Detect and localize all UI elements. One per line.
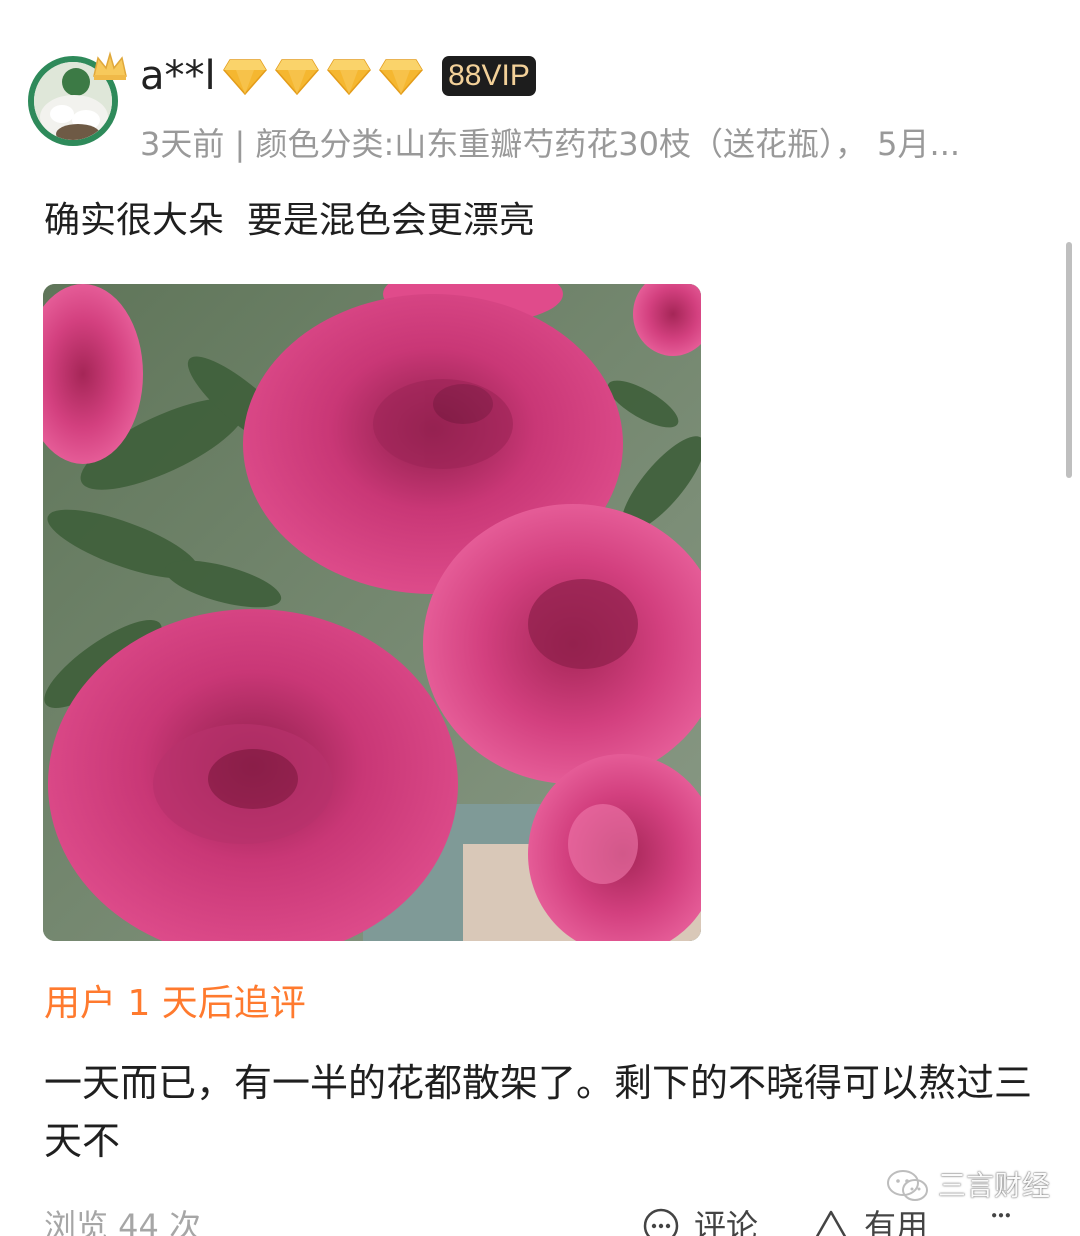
- review-meta: 3天前 | 颜色分类:山东重瓣芍药花30枝（送花瓶）， 5月...: [140, 125, 961, 163]
- diamond-icon: [379, 59, 423, 96]
- review-text: 确实很大朵 要是混色会更漂亮: [44, 200, 535, 241]
- comment-button[interactable]: 评论: [642, 1204, 758, 1236]
- member-level-diamonds: [222, 56, 424, 96]
- crown-icon: [93, 51, 127, 80]
- triangle-up-icon: [815, 1210, 847, 1236]
- review-footer: 浏览 44 次 评论 有用: [0, 1200, 1080, 1236]
- more-dots-icon: [992, 1213, 1010, 1218]
- peony-flowers-photo: [43, 284, 701, 941]
- view-count: 浏览 44 次: [44, 1207, 202, 1236]
- review-photo[interactable]: [43, 284, 701, 941]
- diamond-icon: [223, 59, 267, 96]
- user-avatar[interactable]: [28, 51, 127, 152]
- scrollbar[interactable]: [1066, 242, 1072, 478]
- username[interactable]: a**l: [140, 52, 216, 100]
- comment-icon: [643, 1208, 679, 1236]
- diamond-icon: [327, 59, 371, 96]
- vip-badge: 88VIP: [442, 56, 536, 96]
- useful-button[interactable]: 有用: [812, 1204, 928, 1236]
- more-button[interactable]: [982, 1210, 1020, 1230]
- followup-text: 一天而已，有一半的花都散架了。剩下的不晓得可以熬过三天不: [44, 1061, 1033, 1163]
- useful-label: 有用: [864, 1207, 929, 1236]
- diamond-icon: [275, 59, 319, 96]
- comment-label: 评论: [694, 1207, 759, 1236]
- followup-label: 用户 1 天后追评: [44, 983, 306, 1024]
- review-page: a**l 88VIP 3天前 | 颜色分类:山东重瓣芍药花30枝（送花瓶）， 5…: [0, 0, 1080, 1236]
- wechat-icon: [887, 1170, 928, 1201]
